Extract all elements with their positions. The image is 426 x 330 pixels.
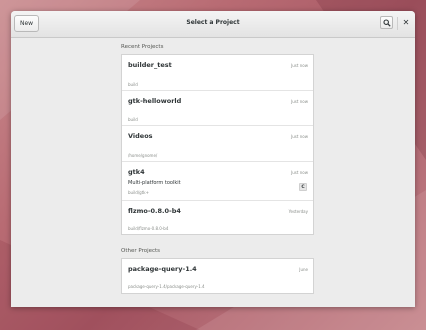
close-button[interactable]: ✕	[400, 16, 412, 29]
project-row[interactable]: gtk4 Multi-platform toolkit build/gtk+ J…	[122, 162, 313, 201]
recent-projects-list: builder_test build Just now gtk-hellowor…	[121, 54, 314, 235]
project-time: Yesterday	[288, 209, 308, 214]
project-description: Multi-platform toolkit	[128, 180, 181, 186]
project-name: gtk-helloworld	[128, 97, 182, 105]
other-projects-heading: Other Projects	[121, 248, 161, 254]
project-path: build	[128, 82, 138, 87]
project-time: Just now	[291, 63, 308, 68]
project-path: build/gtk+	[128, 190, 149, 195]
project-time: Just now	[291, 170, 308, 175]
project-time: June	[299, 267, 308, 272]
search-button[interactable]	[380, 16, 393, 29]
project-row[interactable]: flzmo-0.8.0-b4 build/flzmo-0.8.0-b4 Yest…	[122, 201, 313, 235]
search-icon	[382, 18, 391, 27]
project-path: build	[128, 117, 138, 122]
header-separator	[397, 17, 398, 30]
other-projects-list: package-query-1.4 package-query-1.4/pack…	[121, 258, 314, 294]
window-title: Select a Project	[186, 19, 240, 26]
project-time: Just now	[291, 134, 308, 139]
project-row[interactable]: Videos /home/gnome/ Just now	[122, 126, 313, 162]
project-name: builder_test	[128, 61, 172, 69]
project-path: package-query-1.4/package-query-1.4	[128, 284, 205, 289]
project-name: gtk4	[128, 168, 145, 176]
project-name: flzmo-0.8.0-b4	[128, 207, 181, 215]
project-time: Just now	[291, 99, 308, 104]
close-icon: ✕	[402, 18, 410, 27]
project-row[interactable]: gtk-helloworld build Just now	[122, 91, 313, 126]
project-name: Videos	[128, 132, 153, 140]
recent-projects-heading: Recent Projects	[121, 44, 164, 50]
language-badge: C	[299, 183, 307, 191]
project-row[interactable]: builder_test build Just now	[122, 55, 313, 91]
project-path: build/flzmo-0.8.0-b4	[128, 226, 169, 231]
header-bar: New Select a Project ✕	[11, 11, 415, 38]
project-path: /home/gnome/	[128, 153, 158, 158]
project-row[interactable]: package-query-1.4 package-query-1.4/pack…	[122, 259, 313, 293]
project-selector-window: New Select a Project ✕ Recent Projects b…	[11, 11, 415, 307]
project-name: package-query-1.4	[128, 265, 197, 273]
